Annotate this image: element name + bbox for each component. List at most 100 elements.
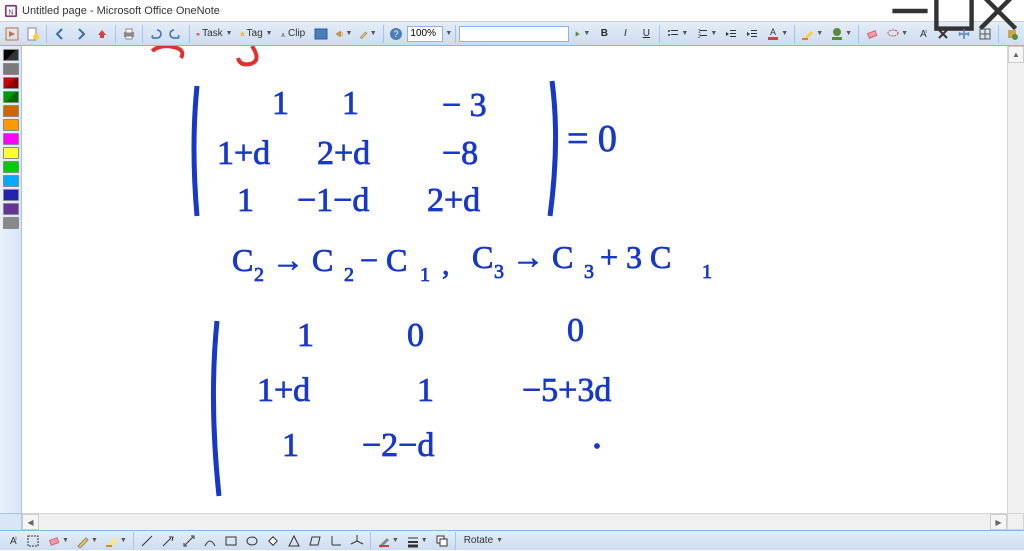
select-tool-button[interactable] [23,531,43,551]
nav-forward-button[interactable] [71,24,91,44]
pen-color-swatch[interactable] [3,203,19,215]
svg-text:2+d: 2+d [427,182,480,219]
pen-color-swatch[interactable] [3,133,19,145]
axes-2d-button[interactable] [326,531,346,551]
maximize-button[interactable] [932,0,976,22]
nav-up-button[interactable] [92,24,112,44]
search-go-button[interactable]: ▼ [570,24,593,44]
pen-color-swatch[interactable] [3,49,19,61]
curve-shape-button[interactable] [200,531,220,551]
zoom-dropdown-icon[interactable]: ▼ [445,30,452,37]
svg-text:¹: ¹ [15,537,17,543]
pen-color-swatch[interactable] [3,189,19,201]
pen-color-swatch[interactable] [3,63,19,75]
minimize-button[interactable] [888,0,932,22]
double-arrow-button[interactable] [179,531,199,551]
nav-back-button[interactable] [50,24,70,44]
pen-color-swatch[interactable] [3,119,19,131]
new-page-button[interactable] [23,24,43,44]
svg-text:→ C: → C [512,239,573,275]
svg-text:1: 1 [282,427,299,464]
numbering-button[interactable]: 12▼ [692,24,720,44]
svg-text:− C: − C [360,242,407,278]
font-color-button[interactable]: A▼ [763,24,791,44]
pen-color-swatch[interactable] [3,77,19,89]
scroll-up-icon[interactable]: ▲ [1008,46,1024,63]
svg-text:C: C [472,239,493,275]
scroll-left-icon[interactable]: ◀ [22,514,39,530]
clip-button[interactable]: aClip [277,24,311,44]
print-button[interactable] [119,24,139,44]
svg-text:N: N [8,9,13,16]
pen-color-swatch[interactable] [3,161,19,173]
svg-text:2+d: 2+d [317,135,370,172]
scroll-right-icon[interactable]: ▶ [990,514,1007,530]
search-input[interactable] [459,26,569,42]
italic-button[interactable]: I [615,24,635,44]
pen-mode-button[interactable]: ▼ [356,24,379,44]
svg-text:= 0: = 0 [567,118,617,160]
svg-text:1: 1 [417,372,434,409]
arrow-shape-button[interactable] [158,531,178,551]
svg-text:1: 1 [297,317,314,354]
pen-color-swatch[interactable] [3,91,19,103]
eraser-tool-button[interactable]: ▼ [44,531,72,551]
line-shape-button[interactable] [137,531,157,551]
expand-button[interactable] [2,24,22,44]
more-button[interactable] [1002,24,1022,44]
diamond-shape-button[interactable] [263,531,283,551]
svg-text:2: 2 [698,34,701,40]
line-weight-button[interactable]: ▼ [403,531,431,551]
fullscreen-button[interactable] [311,24,331,44]
pen-color-swatch[interactable] [3,147,19,159]
note-canvas[interactable]: 1 1 − 3 1+d 2+d −8 1 −1−d 2+d = 0 C2 → C… [22,46,1024,530]
highlighter-tool-button[interactable]: ▼ [102,531,130,551]
svg-text:−8: −8 [442,135,478,172]
rect-shape-button[interactable] [221,531,241,551]
zoom-input[interactable] [407,26,443,42]
close-button[interactable] [976,0,1020,22]
pen-color-swatch[interactable] [3,105,19,117]
tag-button[interactable]: Tag▼ [237,24,276,44]
svg-text:A: A [770,27,776,37]
svg-text:?: ? [394,29,399,39]
pen-color-swatch[interactable] [3,175,19,187]
highlight-pen-button[interactable]: ▼ [798,24,826,44]
underline-button[interactable]: U [636,24,656,44]
svg-text:−2−d: −2−d [362,427,434,464]
svg-text:0: 0 [407,317,424,354]
insert-space-button[interactable] [954,24,974,44]
table-button[interactable] [975,24,995,44]
outdent-button[interactable] [721,24,741,44]
indent-button[interactable] [742,24,762,44]
delete-x-button[interactable] [933,24,953,44]
task-button[interactable]: Task▼ [193,24,235,44]
text-tool-button[interactable]: A¹ [2,531,22,551]
ellipse-shape-button[interactable] [242,531,262,551]
pen-tool-button[interactable]: ▼ [73,531,101,551]
redo-button[interactable] [166,24,186,44]
duplicate-button[interactable] [432,531,452,551]
bullets-button[interactable]: ▼ [663,24,691,44]
undo-button[interactable] [145,24,165,44]
pen-color-swatch[interactable] [3,217,19,229]
svg-text:+ 3 C: + 3 C [600,239,671,275]
rotate-button[interactable]: Rotate▼ [459,531,506,551]
line-color-button[interactable]: ▼ [374,531,402,551]
horizontal-scrollbar[interactable]: ◀ ▶ [22,513,1007,530]
highlight-color-button[interactable]: ▼ [827,24,855,44]
audio-button[interactable]: ▼ [332,24,355,44]
svg-text:C: C [232,242,253,278]
svg-text:1+d: 1+d [217,135,270,172]
axes-3d-button[interactable] [347,531,367,551]
triangle-shape-button[interactable] [284,531,304,551]
svg-text:,: , [442,248,450,281]
vertical-scrollbar[interactable]: ▲ ▼ [1007,46,1024,530]
text-tool-button[interactable]: A¹ [912,24,932,44]
help-button[interactable]: ? [386,24,406,44]
lasso-button[interactable]: ▼ [883,24,911,44]
main-toolbar: Task▼ Tag▼ aClip ▼ ▼ ? ▼ ▼ B I U ▼ 12▼ A… [0,22,1024,46]
parallelogram-shape-button[interactable] [305,531,325,551]
eraser-button[interactable] [862,24,882,44]
bold-button[interactable]: B [594,24,614,44]
